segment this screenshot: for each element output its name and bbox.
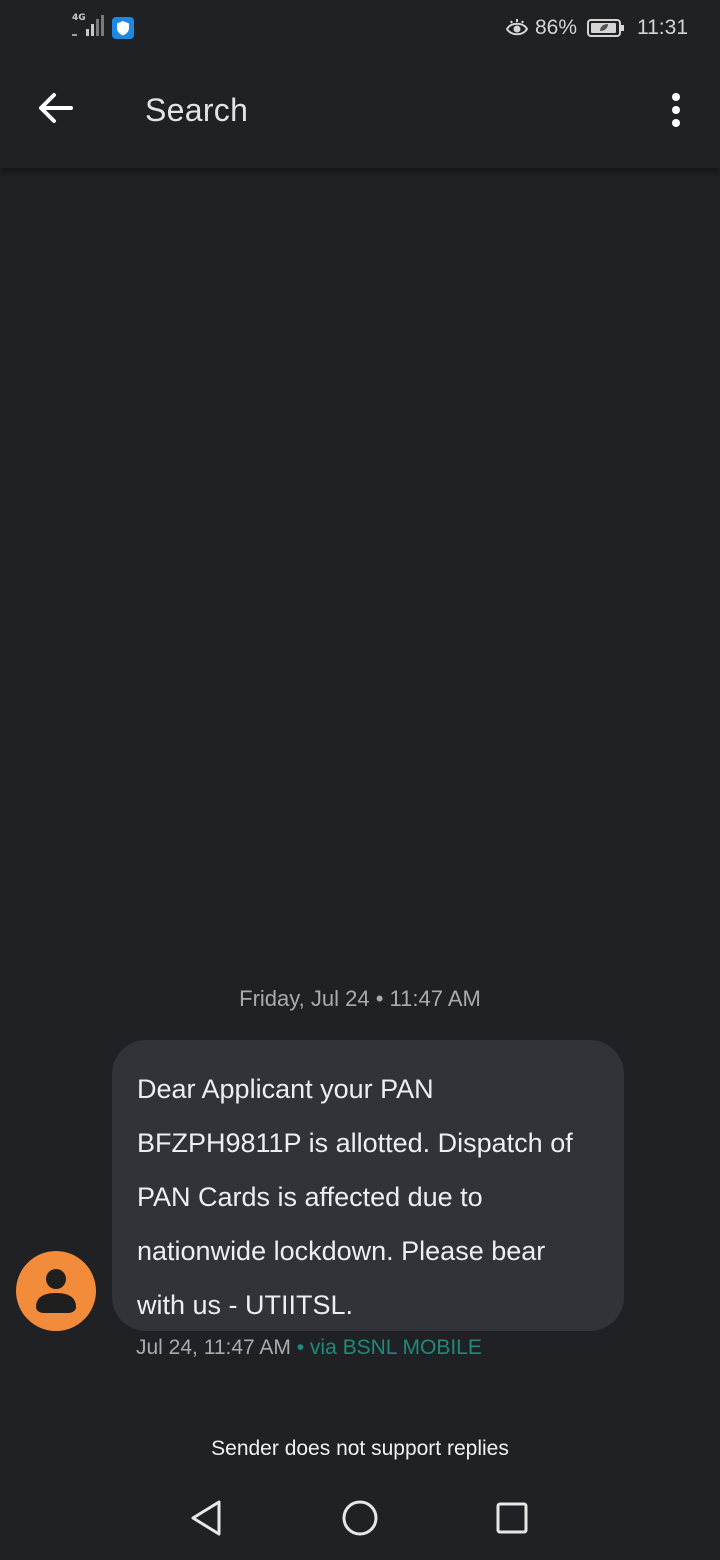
meta-separator: • bbox=[290, 1336, 310, 1359]
signal-strength-icon bbox=[72, 15, 104, 36]
nav-back-button[interactable] bbox=[176, 1492, 236, 1544]
reply-notice: Sender does not support replies bbox=[211, 1437, 509, 1460]
sender-avatar[interactable] bbox=[16, 1251, 96, 1331]
message-bubble[interactable]: Dear Applicant your PAN BFZPH9811P is al… bbox=[112, 1040, 624, 1331]
square-recents-icon bbox=[496, 1502, 528, 1534]
vpn-shield-icon bbox=[112, 17, 134, 39]
circle-home-icon bbox=[342, 1500, 378, 1536]
system-nav-bar bbox=[0, 1478, 720, 1560]
nav-recents-button[interactable] bbox=[482, 1492, 542, 1544]
message-timestamp: Jul 24, 11:47 AM bbox=[136, 1336, 291, 1359]
nav-home-button[interactable] bbox=[330, 1492, 390, 1544]
person-icon bbox=[36, 1269, 76, 1313]
more-options-button[interactable] bbox=[652, 78, 700, 142]
status-right-group: 86% 11:31 bbox=[505, 12, 688, 44]
triangle-back-icon bbox=[191, 1500, 221, 1536]
more-vert-icon bbox=[672, 93, 680, 127]
via-carrier: via BSNL MOBILE bbox=[309, 1336, 482, 1359]
message-meta: Jul 24, 11:47 AM • via BSNL MOBILE bbox=[136, 1336, 482, 1360]
eye-comfort-icon bbox=[505, 19, 529, 36]
app-bar: Search bbox=[0, 56, 720, 168]
clock: 11:31 bbox=[637, 16, 688, 39]
status-bar: 4G 86% 11:31 bbox=[0, 0, 720, 56]
search-title[interactable]: Search bbox=[145, 92, 248, 129]
arrow-back-icon bbox=[39, 93, 73, 123]
battery-percent: 86% bbox=[534, 16, 577, 39]
date-header: Friday, Jul 24 • 11:47 AM bbox=[239, 986, 481, 1011]
back-button[interactable] bbox=[24, 76, 88, 140]
battery-icon bbox=[587, 19, 624, 37]
